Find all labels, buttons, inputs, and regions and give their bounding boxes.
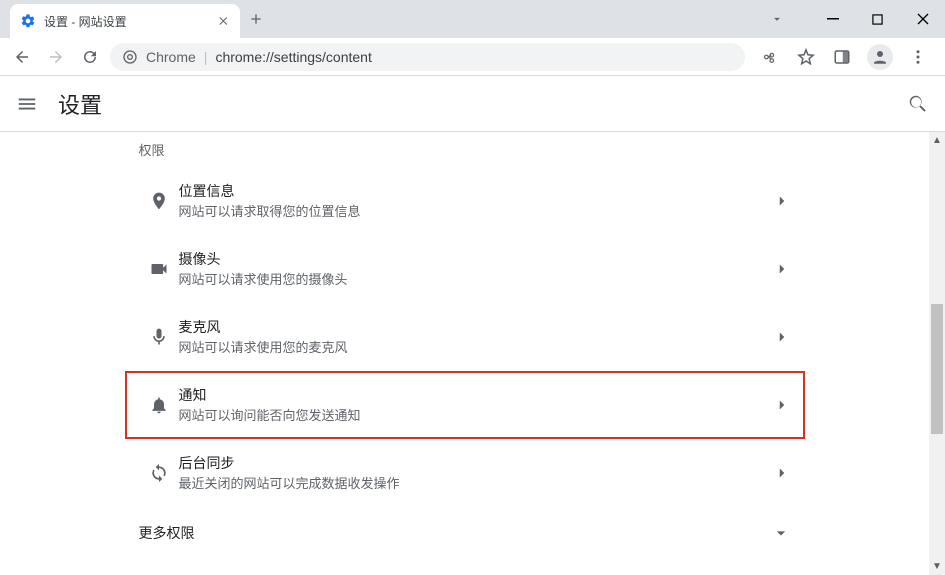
settings-row-camera[interactable]: 摄像头网站可以请求使用您的摄像头 xyxy=(125,235,805,303)
sync-icon xyxy=(139,463,179,483)
share-icon[interactable] xyxy=(759,46,781,68)
chevron-down-icon xyxy=(771,523,791,543)
page-title: 设置 xyxy=(58,88,102,120)
camera-icon xyxy=(139,259,179,279)
browser-toolbar: Chrome | chrome://settings/content xyxy=(0,38,945,76)
window-controls xyxy=(770,4,945,34)
chevron-right-icon xyxy=(773,464,791,482)
chevron-down-icon[interactable] xyxy=(770,12,810,26)
window-maximize-button[interactable] xyxy=(855,4,900,34)
reload-button[interactable] xyxy=(76,43,104,71)
omnibox[interactable]: Chrome | chrome://settings/content xyxy=(110,43,745,71)
vertical-scrollbar[interactable]: ▲ ▼ xyxy=(929,132,945,575)
row-text: 位置信息网站可以请求取得您的位置信息 xyxy=(179,181,773,221)
settings-row-location[interactable]: 位置信息网站可以请求取得您的位置信息 xyxy=(125,167,805,235)
toolbar-right xyxy=(751,44,937,70)
row-title: 通知 xyxy=(179,385,773,405)
window-title-bar: 设置 - 网站设置 xyxy=(0,0,945,38)
back-button[interactable] xyxy=(8,43,36,71)
tab-close-icon[interactable] xyxy=(218,15,230,27)
location-icon xyxy=(139,191,179,211)
tab-title: 设置 - 网站设置 xyxy=(44,13,210,30)
microphone-icon xyxy=(139,327,179,347)
row-title: 位置信息 xyxy=(179,181,773,201)
browser-tab[interactable]: 设置 - 网站设置 xyxy=(10,4,240,38)
scrollbar-thumb[interactable] xyxy=(931,304,943,434)
side-panel-icon[interactable] xyxy=(831,46,853,68)
row-text: 后台同步最近关闭的网站可以完成数据收发操作 xyxy=(179,453,773,493)
gear-icon xyxy=(20,13,36,29)
scheme-label: Chrome xyxy=(146,49,196,65)
omnibox-url: chrome://settings/content xyxy=(215,49,371,65)
more-permissions-label: 更多权限 xyxy=(139,523,195,543)
row-title: 麦克风 xyxy=(179,317,773,337)
settings-panel: 权限 位置信息网站可以请求取得您的位置信息摄像头网站可以请求使用您的摄像头麦克风… xyxy=(125,132,805,559)
row-subtitle: 网站可以请求取得您的位置信息 xyxy=(179,203,773,221)
more-permissions-row[interactable]: 更多权限 xyxy=(125,507,805,559)
bell-icon xyxy=(139,395,179,415)
row-subtitle: 网站可以询问能否向您发送通知 xyxy=(179,407,773,425)
chrome-scheme-icon xyxy=(122,49,138,65)
row-title: 摄像头 xyxy=(179,249,773,269)
section-label: 权限 xyxy=(125,132,805,167)
settings-row-microphone[interactable]: 麦克风网站可以请求使用您的麦克风 xyxy=(125,303,805,371)
row-text: 通知网站可以询问能否向您发送通知 xyxy=(179,385,773,425)
search-icon[interactable] xyxy=(907,93,929,115)
hamburger-menu-icon[interactable] xyxy=(16,93,38,115)
bookmark-star-icon[interactable] xyxy=(795,46,817,68)
new-tab-button[interactable] xyxy=(248,0,264,38)
forward-button[interactable] xyxy=(42,43,70,71)
window-minimize-button[interactable] xyxy=(810,4,855,34)
chevron-right-icon xyxy=(773,260,791,278)
scrollbar-up-arrow[interactable]: ▲ xyxy=(929,132,945,149)
settings-row-bg-sync[interactable]: 后台同步最近关闭的网站可以完成数据收发操作 xyxy=(125,439,805,507)
chevron-right-icon xyxy=(773,192,791,210)
settings-row-notifications[interactable]: 通知网站可以询问能否向您发送通知 xyxy=(125,371,805,439)
row-subtitle: 网站可以请求使用您的麦克风 xyxy=(179,339,773,357)
scrollbar-down-arrow[interactable]: ▼ xyxy=(929,558,945,575)
kebab-menu-icon[interactable] xyxy=(907,46,929,68)
window-close-button[interactable] xyxy=(900,4,945,34)
content-area: 权限 位置信息网站可以请求取得您的位置信息摄像头网站可以请求使用您的摄像头麦克风… xyxy=(0,132,929,575)
row-subtitle: 最近关闭的网站可以完成数据收发操作 xyxy=(179,475,773,493)
row-title: 后台同步 xyxy=(179,453,773,473)
row-text: 摄像头网站可以请求使用您的摄像头 xyxy=(179,249,773,289)
chevron-right-icon xyxy=(773,396,791,414)
row-subtitle: 网站可以请求使用您的摄像头 xyxy=(179,271,773,289)
chevron-right-icon xyxy=(773,328,791,346)
tab-strip: 设置 - 网站设置 xyxy=(0,0,264,38)
omnibox-separator: | xyxy=(204,49,208,65)
row-text: 麦克风网站可以请求使用您的麦克风 xyxy=(179,317,773,357)
profile-avatar[interactable] xyxy=(867,44,893,70)
settings-header: 设置 xyxy=(0,76,945,132)
